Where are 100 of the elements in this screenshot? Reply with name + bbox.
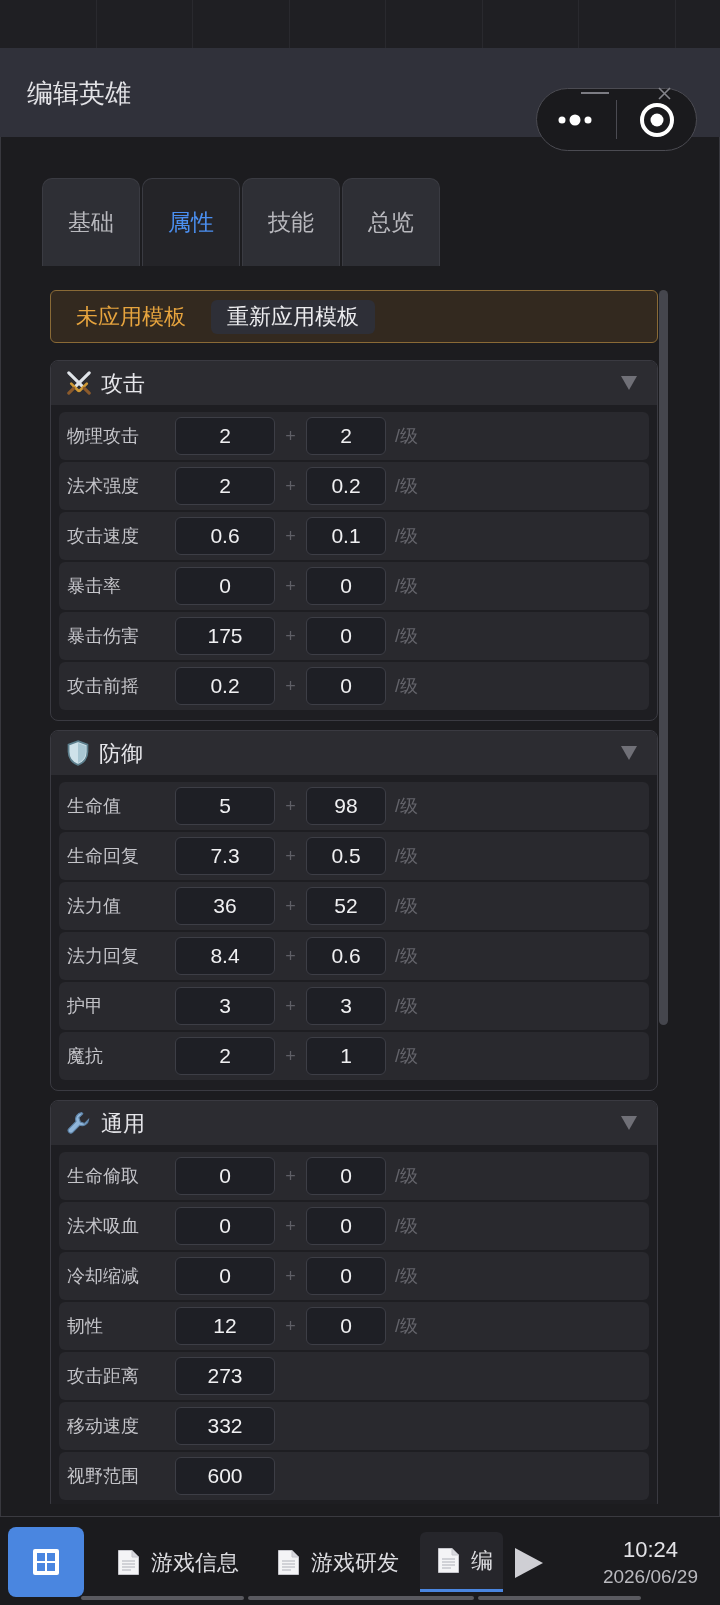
dialog-title: 编辑英雄 <box>27 77 131 110</box>
base-value-input[interactable]: 8.4 <box>175 937 275 975</box>
growth-value-input[interactable]: 0 <box>306 1207 386 1245</box>
growth-value-input[interactable]: 0 <box>306 667 386 705</box>
section-title: 攻击 <box>101 369 145 398</box>
per-level-unit: /级 <box>395 624 418 648</box>
tab[interactable]: 总览 <box>342 178 440 266</box>
close-icon[interactable] <box>658 87 671 100</box>
plus-sign: + <box>284 994 297 1018</box>
base-value-input[interactable]: 332 <box>175 1407 275 1445</box>
attribute-label: 法术吸血 <box>67 1214 140 1238</box>
attribute-label: 法力值 <box>67 894 122 918</box>
growth-value-input[interactable]: 0 <box>306 1157 386 1195</box>
reapply-template-button[interactable]: 重新应用模板 <box>211 299 375 334</box>
per-level-unit: /级 <box>395 1264 418 1288</box>
plus-sign: + <box>284 794 297 818</box>
growth-value-input[interactable]: 98 <box>306 787 386 825</box>
growth-value-input[interactable]: 1 <box>306 1037 386 1075</box>
growth-value-input[interactable]: 0 <box>306 617 386 655</box>
clock-date: 2026/06/29 <box>602 1565 698 1589</box>
document-icon <box>278 1549 299 1575</box>
attribute-label: 移动速度 <box>67 1414 140 1438</box>
per-level-unit: /级 <box>395 1164 418 1188</box>
base-value-input[interactable]: 3 <box>175 987 275 1025</box>
caret-down-icon[interactable] <box>621 376 637 390</box>
taskbar-item[interactable]: 游戏信息 <box>100 1532 257 1592</box>
base-value-input[interactable]: 0 <box>175 1257 275 1295</box>
plus-sign: + <box>284 424 297 448</box>
per-level-unit: /级 <box>395 1314 418 1338</box>
base-value-input[interactable]: 12 <box>175 1307 275 1345</box>
attribute-label: 暴击伤害 <box>67 624 140 648</box>
per-level-unit: /级 <box>395 844 418 868</box>
growth-value-input[interactable]: 0.5 <box>306 837 386 875</box>
tab[interactable]: 属性 <box>142 178 240 266</box>
per-level-unit: /级 <box>395 1214 418 1238</box>
tab[interactable]: 基础 <box>42 178 140 266</box>
growth-value-input[interactable]: 52 <box>306 887 386 925</box>
attribute-label: 护甲 <box>67 994 104 1018</box>
scrollbar[interactable] <box>659 290 668 1025</box>
base-value-input[interactable]: 0 <box>175 567 275 605</box>
plus-sign: + <box>284 1314 297 1338</box>
tab[interactable]: 技能 <box>242 178 340 266</box>
growth-value-input[interactable]: 0 <box>306 1307 386 1345</box>
section-title: 通用 <box>101 1109 145 1138</box>
per-level-unit: /级 <box>395 894 418 918</box>
plus-sign: + <box>284 1044 297 1068</box>
growth-value-input[interactable]: 0.2 <box>306 467 386 505</box>
attribute-label: 魔抗 <box>67 1044 104 1068</box>
base-value-input[interactable]: 600 <box>175 1457 275 1495</box>
attribute-label: 冷却缩减 <box>67 1264 140 1288</box>
plus-sign: + <box>284 1164 297 1188</box>
attribute-label: 物理攻击 <box>67 424 140 448</box>
section-title: 防御 <box>99 739 143 768</box>
per-level-unit: /级 <box>395 944 418 968</box>
growth-value-input[interactable]: 0 <box>306 567 386 605</box>
plus-sign: + <box>284 1264 297 1288</box>
growth-value-input[interactable]: 3 <box>306 987 386 1025</box>
section-header[interactable]: 通用 <box>51 1101 657 1145</box>
attribute-label: 攻击前摇 <box>67 674 140 698</box>
plus-sign: + <box>284 1214 297 1238</box>
base-value-input[interactable]: 0.2 <box>175 667 275 705</box>
growth-value-input[interactable]: 0.1 <box>306 517 386 555</box>
base-value-input[interactable]: 0 <box>175 1207 275 1245</box>
base-value-input[interactable]: 7.3 <box>175 837 275 875</box>
base-value-input[interactable]: 2 <box>175 467 275 505</box>
start-button[interactable] <box>8 1527 84 1597</box>
ring-dot-icon[interactable] <box>640 102 674 137</box>
per-level-unit: /级 <box>395 1044 418 1068</box>
base-value-input[interactable]: 5 <box>175 787 275 825</box>
plus-sign: + <box>284 944 297 968</box>
base-value-input[interactable]: 2 <box>175 1037 275 1075</box>
section-header[interactable]: 防御 <box>51 731 657 775</box>
attribute-label: 生命回复 <box>67 844 140 868</box>
base-value-input[interactable]: 0.6 <box>175 517 275 555</box>
base-value-input[interactable]: 36 <box>175 887 275 925</box>
base-value-input[interactable]: 2 <box>175 417 275 455</box>
caret-down-icon[interactable] <box>621 746 637 760</box>
attribute-label: 生命值 <box>67 794 122 818</box>
taskbar-item[interactable]: 游戏研发 <box>260 1532 417 1592</box>
per-level-unit: /级 <box>395 794 418 818</box>
plus-sign: + <box>284 474 297 498</box>
base-value-input[interactable]: 273 <box>175 1357 275 1395</box>
shield-icon <box>67 740 89 766</box>
growth-value-input[interactable]: 0.6 <box>306 937 386 975</box>
grid-icon <box>33 1549 59 1575</box>
caret-down-icon[interactable] <box>621 1116 637 1130</box>
growth-value-input[interactable]: 0 <box>306 1257 386 1295</box>
section-header[interactable]: 攻击 <box>51 361 657 405</box>
plus-sign: + <box>284 574 297 598</box>
plus-sign: + <box>284 524 297 548</box>
base-value-input[interactable]: 175 <box>175 617 275 655</box>
per-level-unit: /级 <box>395 674 418 698</box>
template-status: 未应用模板 <box>76 303 186 331</box>
per-level-unit: /级 <box>395 574 418 598</box>
clock-time: 10:24 <box>622 1536 678 1564</box>
growth-value-input[interactable]: 2 <box>306 417 386 455</box>
play-icon[interactable] <box>515 1548 543 1578</box>
more-icon[interactable] <box>558 113 592 126</box>
taskbar-item[interactable]: 编 <box>420 1532 503 1592</box>
base-value-input[interactable]: 0 <box>175 1157 275 1195</box>
